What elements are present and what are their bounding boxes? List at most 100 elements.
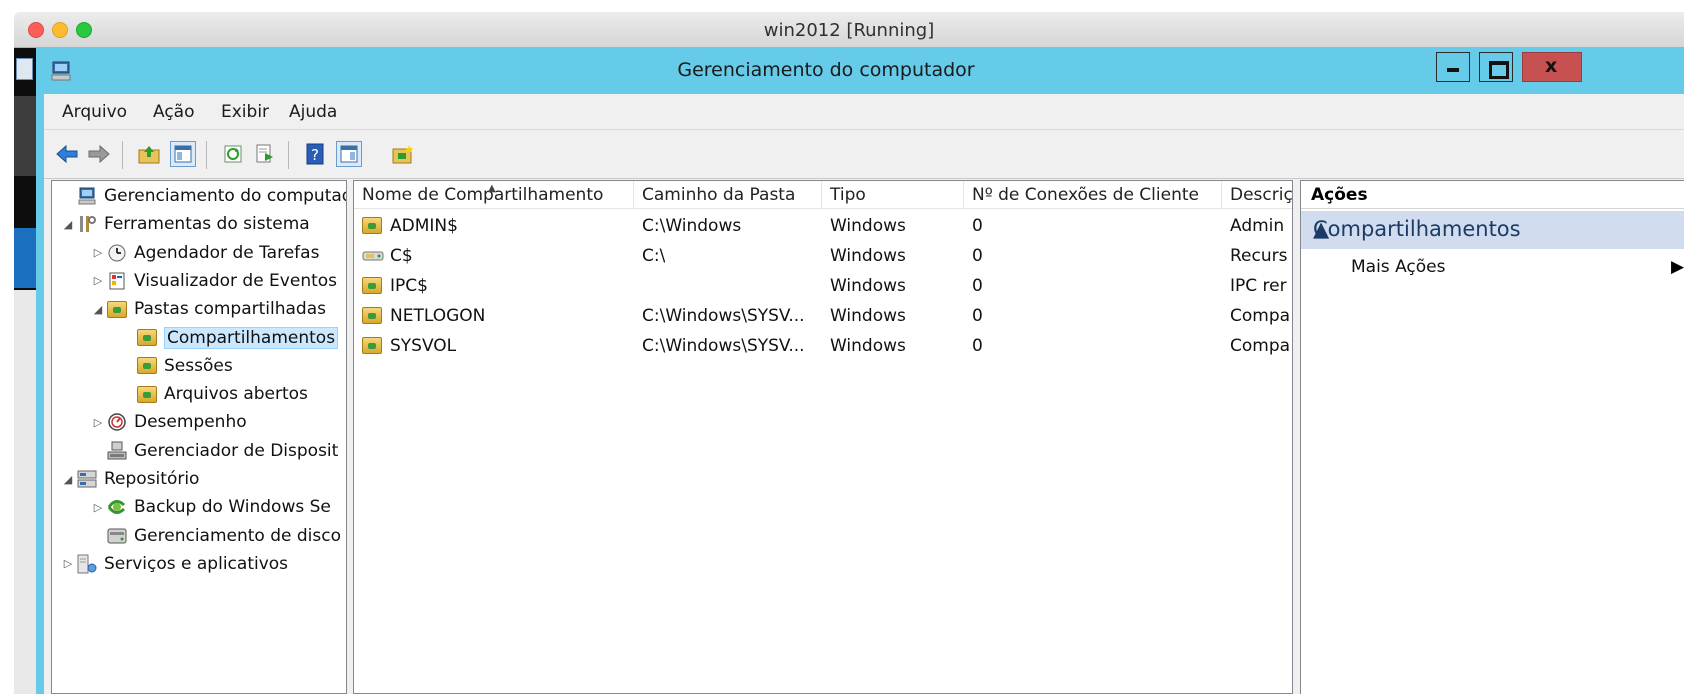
tree-item[interactable]: ▷ Visualizador de Eventos [90, 268, 337, 294]
desktop-shortcut-icon[interactable] [16, 58, 33, 80]
host-window-title: win2012 [Running] [763, 20, 935, 41]
close-button[interactable]: x [1522, 52, 1582, 82]
tree-item[interactable]: ▷ Agendador de Tarefas [90, 240, 320, 266]
tree-item[interactable]: ▷ Serviços e aplicativos [60, 551, 288, 577]
shared-folder-icon [136, 383, 158, 405]
list-row[interactable]: SYSVOL C:\Windows\SYSV... Windows 0 Compa [354, 331, 1292, 361]
close-icon: x [1545, 55, 1558, 77]
cell-description: Compa [1230, 306, 1290, 326]
tree-item-label: Backup do Windows Se [134, 497, 331, 518]
cell-description: Compa [1230, 336, 1290, 356]
expand-toggle-icon[interactable]: ▷ [90, 246, 106, 259]
refresh-icon[interactable] [220, 141, 246, 167]
tree-item[interactable]: ▷ Backup do Windows Se [90, 494, 331, 520]
content-panes: Gerenciamento do computado ◢ Ferramentas d… [44, 180, 1684, 694]
list-row[interactable]: ADMIN$ C:\Windows Windows 0 Admin [354, 211, 1292, 241]
tree-item-label: Repositório [104, 469, 200, 489]
disk-management-icon [106, 525, 128, 547]
column-header-connections[interactable]: Nº de Conexões de Cliente [964, 181, 1222, 209]
tree-item[interactable]: Compartilhamentos [120, 325, 339, 351]
back-arrow-icon[interactable] [54, 141, 80, 167]
up-folder-icon[interactable] [136, 141, 162, 167]
tree-item-label: Serviços e aplicativos [104, 553, 289, 574]
tree-item-label: Arquivos abertos [164, 384, 308, 405]
actions-header: Ações [1301, 181, 1684, 209]
cell-description: Admin [1230, 216, 1285, 236]
maximize-button[interactable] [1479, 52, 1513, 82]
menu-acao[interactable]: Ação [153, 102, 195, 122]
list-row[interactable]: C$ C:\ Windows 0 Recurs [354, 241, 1292, 271]
cell-connections: 0 [972, 216, 983, 236]
actions-section-shares[interactable]: Compartilhamentos ▲ [1301, 211, 1684, 249]
shared-folder-icon [362, 217, 382, 237]
column-header-path[interactable]: Caminho da Pasta [634, 181, 822, 209]
new-share-icon[interactable] [390, 141, 416, 167]
export-list-icon[interactable] [252, 141, 278, 167]
shared-folder-icon [136, 327, 158, 349]
tree-item-label: Gerenciamento do computado [104, 186, 347, 206]
tree-item[interactable]: Gerenciamento do computado [60, 183, 347, 209]
menu-arquivo[interactable]: Arquivo [62, 102, 127, 122]
tree-item[interactable]: Gerenciador de Disposit [90, 438, 338, 464]
cell-type: Windows [830, 306, 906, 326]
cell-path: C:\Windows\SYSV... [642, 336, 805, 356]
tree-item-label: Gerenciador de Disposit [134, 440, 339, 461]
tree-item-label: Compartilhamentos [164, 326, 339, 349]
cell-connections: 0 [972, 276, 983, 296]
tree-item-label: Visualizador de Eventos [134, 270, 338, 291]
list-row[interactable]: IPC$ Windows 0 IPC rer [354, 271, 1292, 301]
cell-connections: 0 [972, 246, 983, 266]
tree-item[interactable]: ◢ Ferramentas do sistema [60, 211, 310, 237]
tree-item[interactable]: ▷ Desempenho [90, 409, 247, 435]
console-tree: Gerenciamento do computado ◢ Ferramentas d… [51, 180, 347, 694]
tree-item[interactable]: Gerenciamento de disco [90, 523, 341, 549]
collapse-caret-icon[interactable]: ▲ [1313, 217, 1329, 241]
cell-name: SYSVOL [390, 336, 457, 356]
list-row[interactable]: NETLOGON C:\Windows\SYSV... Windows 0 Compa [354, 301, 1292, 331]
app-titlebar: Gerenciamento do computador x [36, 48, 1684, 94]
action-more-actions[interactable]: Mais Ações [1351, 257, 1445, 277]
shared-folder-icon [362, 307, 382, 327]
cell-name: ADMIN$ [390, 216, 458, 236]
column-header-type[interactable]: Tipo [822, 181, 964, 209]
cell-description: Recurs [1230, 246, 1288, 266]
expand-toggle-icon[interactable]: ◢ [90, 303, 106, 316]
toolbar-separator [288, 141, 289, 169]
cell-type: Windows [830, 276, 906, 296]
expand-toggle-icon[interactable]: ▷ [90, 416, 106, 429]
svg-text:?: ? [311, 146, 319, 164]
desktop-highlight [14, 228, 36, 288]
toolbar: ? [44, 131, 1684, 179]
toolbar-separator [206, 141, 207, 169]
tree-item[interactable]: ◢ Repositório [60, 466, 200, 492]
expand-toggle-icon[interactable]: ◢ [60, 473, 76, 486]
shared-folder-icon [136, 355, 158, 377]
device-manager-icon [106, 440, 128, 462]
menu-ajuda[interactable]: Ajuda [289, 102, 337, 122]
expand-toggle-icon[interactable]: ▷ [90, 274, 106, 287]
help-icon[interactable]: ? [302, 141, 328, 167]
column-header-description[interactable]: Descrição [1222, 181, 1292, 209]
show-hide-action-pane-icon[interactable] [336, 141, 362, 167]
menu-exibir[interactable]: Exibir [221, 102, 269, 122]
column-header-name[interactable]: ▲ Nome de Compartilhamento [354, 181, 634, 209]
app-window: Gerenciamento do computador x Arquivo Aç… [36, 48, 1684, 694]
tree-item-label: Sessões [164, 355, 233, 376]
vm-desktop-background [14, 290, 36, 694]
cell-type: Windows [830, 336, 906, 356]
minimize-button[interactable] [1436, 52, 1470, 82]
clock-icon [106, 242, 128, 264]
event-viewer-icon [106, 270, 128, 292]
tree-item[interactable]: ◢ Pastas compartilhadas [90, 296, 326, 322]
tree-item-label: Agendador de Tarefas [134, 242, 320, 263]
expand-toggle-icon[interactable]: ▷ [90, 501, 106, 514]
expand-toggle-icon[interactable]: ▷ [60, 557, 76, 570]
forward-arrow-icon[interactable] [86, 141, 112, 167]
cell-name: IPC$ [390, 276, 428, 296]
expand-toggle-icon[interactable]: ◢ [60, 218, 76, 231]
tree-item[interactable]: Sessões [120, 353, 233, 379]
storage-icon [76, 468, 98, 490]
show-hide-console-tree-icon[interactable] [170, 141, 196, 167]
tree-item[interactable]: Arquivos abertos [120, 381, 308, 407]
app-client-area: Arquivo Ação Exibir Ajuda ? Gerenciament… [44, 94, 1684, 694]
